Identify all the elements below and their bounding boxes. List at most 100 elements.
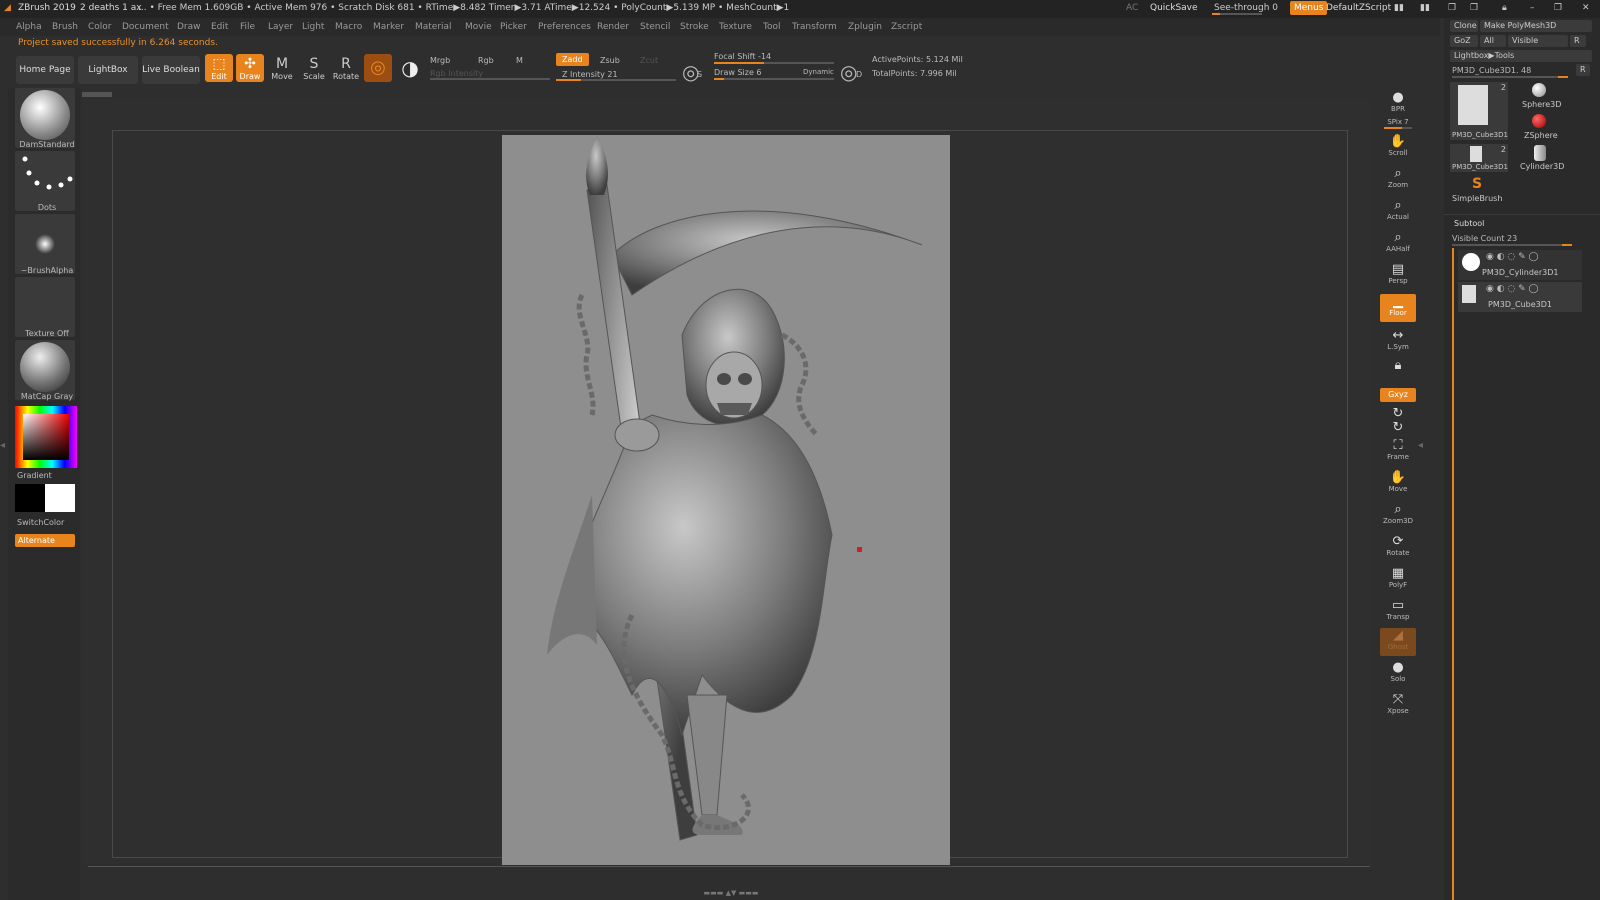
alternate-button[interactable]: Alternate: [15, 534, 75, 547]
zoom3d-button[interactable]: ⌕ Zoom3D: [1380, 502, 1416, 530]
window-alt-icon[interactable]: ❐: [1470, 3, 1478, 13]
subtool-title[interactable]: Subtool: [1454, 219, 1484, 228]
menu-picker[interactable]: Picker: [500, 22, 527, 32]
tool-thumb-simplebrush[interactable]: S SimpleBrush: [1450, 176, 1508, 204]
zoom-button[interactable]: ⌕ Zoom: [1380, 166, 1416, 194]
zcut-button[interactable]: Zcut: [640, 56, 658, 65]
z-intensity-slider[interactable]: Z Intensity 21: [562, 70, 618, 79]
menu-movie[interactable]: Movie: [465, 22, 492, 32]
subtool-visibility-icon-2[interactable]: ◉ ◐ ◌ ✎ ◯: [1486, 284, 1539, 294]
default-zscript-button[interactable]: DefaultZScript: [1326, 3, 1391, 13]
move-button[interactable]: M Move: [268, 54, 296, 82]
live-boolean-button[interactable]: Live Boolean: [142, 56, 200, 84]
menu-edit[interactable]: Edit: [211, 22, 228, 32]
make-polymesh-button[interactable]: Make PolyMesh3D: [1480, 20, 1592, 32]
lightbox-tools-button[interactable]: Lightbox▶Tools: [1450, 50, 1592, 62]
menus-button[interactable]: Menus: [1290, 1, 1328, 15]
menu-stroke[interactable]: Stroke: [680, 22, 709, 32]
lock-icon[interactable]: 🔒︎: [1502, 3, 1507, 13]
rgb-button[interactable]: Rgb: [478, 56, 494, 65]
zsub-button[interactable]: Zsub: [600, 56, 620, 65]
menu-material[interactable]: Material: [415, 22, 452, 32]
layout-icon[interactable]: ▮▮: [1394, 3, 1404, 13]
tool-thumb-zsphere[interactable]: ZSphere: [1510, 113, 1568, 141]
goz-r-button[interactable]: R: [1570, 35, 1586, 47]
stroke-thumbnail[interactable]: [15, 151, 75, 211]
clone-button[interactable]: Clone: [1450, 20, 1478, 32]
left-collapse-arrow[interactable]: ◂: [0, 440, 6, 460]
zbrush-logo-icon[interactable]: ◢: [4, 3, 11, 13]
focal-shift-slider[interactable]: Focal Shift -14: [714, 52, 771, 61]
menu-color[interactable]: Color: [88, 22, 112, 32]
frame-button[interactable]: ⛶ Frame: [1380, 438, 1416, 466]
ac-label[interactable]: AC: [1126, 3, 1138, 13]
menu-stencil[interactable]: Stencil: [640, 22, 670, 32]
secondary-color-swatch[interactable]: [45, 484, 75, 512]
close-icon[interactable]: ✕: [1582, 3, 1590, 13]
rotate-y-icon[interactable]: ↻: [1380, 406, 1416, 421]
brush-thumbnail[interactable]: [15, 88, 75, 148]
transp-button[interactable]: ▭ Transp: [1380, 598, 1416, 626]
menu-zscript[interactable]: Zscript: [891, 22, 922, 32]
menu-light[interactable]: Light: [302, 22, 324, 32]
menu-document[interactable]: Document: [122, 22, 169, 32]
menu-layer[interactable]: Layer: [268, 22, 293, 32]
texture-thumbnail[interactable]: [15, 277, 75, 337]
menu-texture[interactable]: Texture: [719, 22, 752, 32]
goz-button[interactable]: GoZ: [1450, 35, 1478, 47]
xyz-button[interactable]: Gxyz: [1380, 388, 1416, 402]
ghost-button[interactable]: ◢ Ghost: [1380, 628, 1416, 656]
quicksave-button[interactable]: QuickSave: [1150, 3, 1198, 13]
restore-icon[interactable]: ❐: [1554, 3, 1562, 13]
menu-render[interactable]: Render: [597, 22, 629, 32]
solo-button[interactable]: ● Solo: [1380, 660, 1416, 688]
rgb-intensity-track[interactable]: [430, 78, 550, 80]
polyf-button[interactable]: ▦ PolyF: [1380, 566, 1416, 594]
scale-button[interactable]: S Scale: [300, 54, 328, 82]
edit-button[interactable]: ⬚ Edit: [205, 54, 233, 82]
rgb-intensity-slider[interactable]: Rgb Intensity: [430, 69, 483, 78]
document-area[interactable]: [502, 135, 950, 865]
draw-button[interactable]: ✣ Draw: [236, 54, 264, 82]
menu-zplugin[interactable]: Zplugin: [848, 22, 882, 32]
menu-tool[interactable]: Tool: [763, 22, 780, 32]
menu-brush[interactable]: Brush: [52, 22, 78, 32]
rotate-view-button[interactable]: ⟳ Rotate: [1380, 534, 1416, 562]
material-thumbnail[interactable]: [15, 340, 75, 400]
menu-marker[interactable]: Marker: [373, 22, 404, 32]
tool-thumb-cylinder3d[interactable]: Cylinder3D: [1510, 144, 1568, 172]
subtool-item-cube[interactable]: ◉ ◐ ◌ ✎ ◯ PM3D_Cube3D1: [1458, 282, 1582, 312]
rotate-button[interactable]: R Rotate: [332, 54, 360, 82]
mrgb-button[interactable]: Mrgb: [430, 56, 450, 65]
dynamic-icon[interactable]: ◎: [840, 60, 857, 84]
tool-thumb-pm3d-cube-2[interactable]: 2 PM3D_Cube3D1: [1450, 144, 1508, 172]
grim-reaper-sculpt[interactable]: [502, 135, 950, 865]
actual-button[interactable]: ⌕ Actual: [1380, 198, 1416, 226]
color-picker[interactable]: [15, 406, 77, 468]
menu-macro[interactable]: Macro: [335, 22, 362, 32]
subtool-item-cylinder[interactable]: ◉ ◐ ◌ ✎ ◯ PM3D_Cylinder3D1: [1458, 250, 1582, 280]
tool-r-button[interactable]: R: [1576, 64, 1590, 76]
right-collapse-arrow[interactable]: ◂: [1418, 440, 1424, 460]
see-through-slider[interactable]: See-through 0: [1214, 3, 1278, 13]
menu-preferences[interactable]: Preferences: [538, 22, 591, 32]
layout-alt-icon[interactable]: ▮▮: [1420, 3, 1430, 13]
lock-button[interactable]: 🔒︎: [1380, 358, 1416, 386]
visible-count-slider[interactable]: Visible Count 23: [1452, 234, 1517, 243]
lightbox-button[interactable]: LightBox: [78, 56, 138, 84]
subtool-list-scrollbar[interactable]: [1452, 248, 1454, 900]
draw-size-slider[interactable]: Draw Size 6: [714, 68, 762, 77]
aahalf-button[interactable]: ⌕ AAHalf: [1380, 230, 1416, 258]
draw-size-track[interactable]: [714, 78, 834, 80]
lsym-button[interactable]: ↔ L.Sym: [1380, 328, 1416, 356]
primary-color-swatch[interactable]: [15, 484, 45, 512]
current-tool-slider[interactable]: PM3D_Cube3D1. 48: [1452, 66, 1531, 75]
dynamic-toggle[interactable]: Dynamic: [803, 68, 834, 76]
canvas-scrollbar[interactable]: [82, 92, 112, 97]
menu-alpha[interactable]: Alpha: [16, 22, 42, 32]
minimize-icon[interactable]: –: [1530, 3, 1535, 13]
m-button[interactable]: M: [516, 56, 523, 65]
persp-button[interactable]: ▤ Persp: [1380, 262, 1416, 290]
tool-thumb-pm3d-cube-1[interactable]: 2 PM3D_Cube3D1: [1450, 82, 1508, 140]
scroll-button[interactable]: ✋ Scroll: [1380, 134, 1416, 162]
